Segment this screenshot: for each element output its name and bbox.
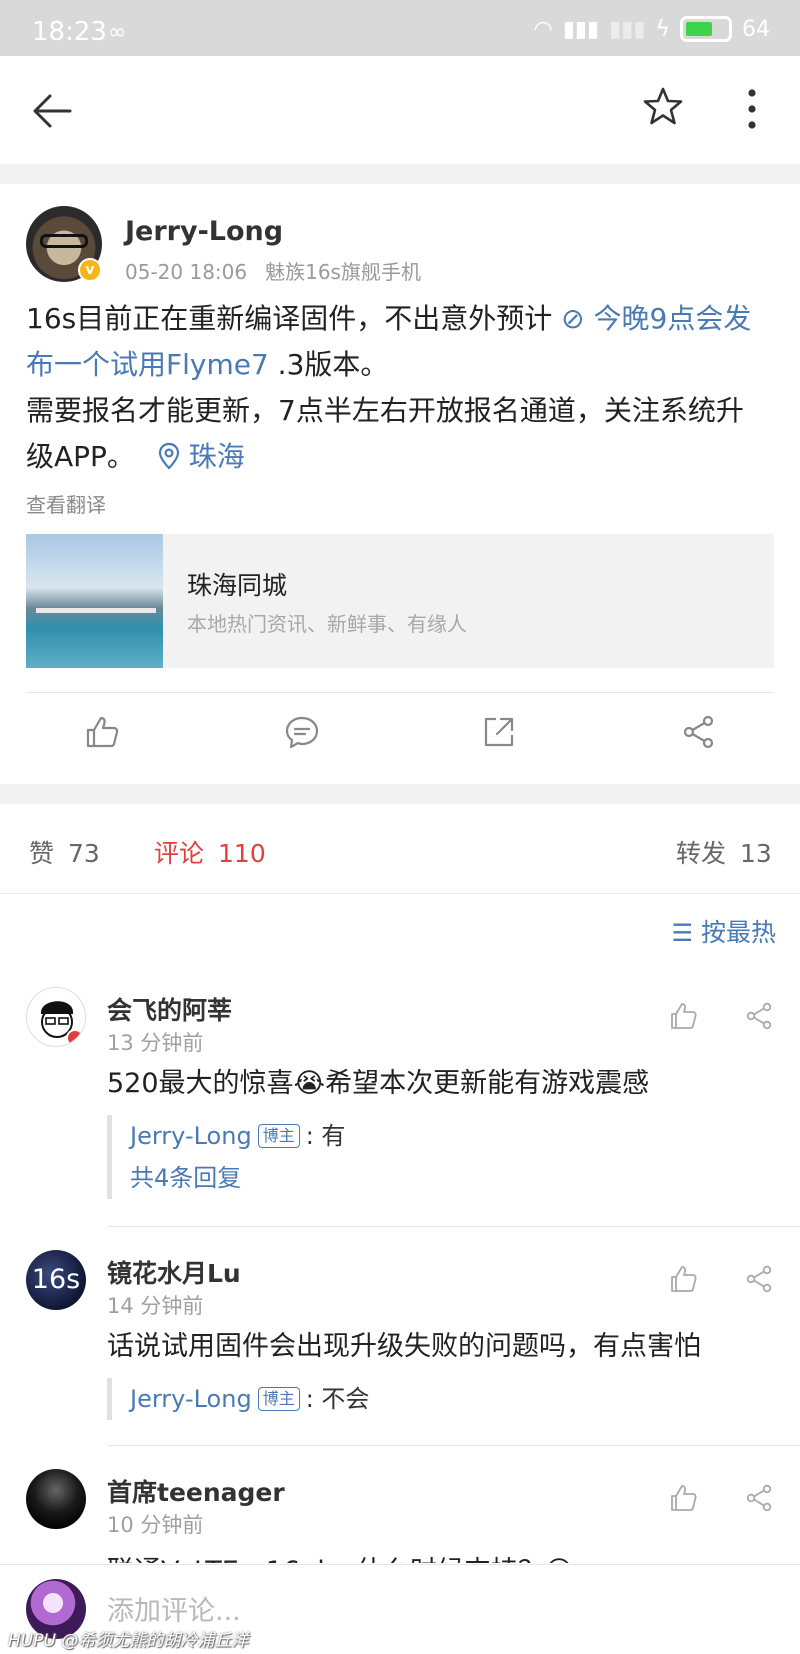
repost-icon[interactable] — [481, 714, 517, 750]
comment-time: 14 分钟前 — [107, 1294, 204, 1318]
reply-text: : 不会 — [305, 1385, 370, 1413]
avatar-text: 16s — [31, 1264, 81, 1295]
tab-reposts[interactable]: 转发 13 — [676, 834, 772, 870]
reposts-count: 13 — [740, 839, 772, 868]
translate-link[interactable]: 查看翻译 — [26, 489, 106, 518]
status-time: 18:23 — [32, 17, 107, 47]
commenter-name[interactable]: 首席teenager — [107, 1473, 285, 1509]
commenter-avatar[interactable] — [26, 987, 86, 1047]
post-actions — [0, 694, 800, 774]
section-gap — [0, 784, 800, 804]
charging-icon: ϟ — [655, 16, 670, 42]
card-subtitle: 本地热门资讯、新鲜事、有缘人 — [187, 612, 467, 636]
tab-comments[interactable]: 评论 110 — [154, 834, 266, 870]
share-icon[interactable] — [744, 1264, 774, 1294]
commenter-name[interactable]: 会飞的阿莘 — [107, 991, 232, 1027]
comment-time: 13 分钟前 — [107, 1031, 204, 1055]
section-gap — [0, 164, 800, 184]
divider — [26, 692, 774, 693]
topic-card[interactable]: 珠海同城 本地热门资讯、新鲜事、有缘人 — [26, 534, 774, 668]
post-text-2: .3版本。 — [268, 348, 389, 381]
thumbs-up-icon[interactable] — [668, 1264, 698, 1294]
comment-input[interactable]: 添加评论... — [107, 1589, 241, 1628]
location-pin-icon — [158, 442, 179, 470]
more-menu-icon[interactable] — [745, 86, 759, 132]
author-badge: 博主 — [257, 1387, 300, 1411]
signal-empty-icon: ▮▮▮ — [609, 16, 646, 42]
share-icon[interactable] — [744, 1001, 774, 1031]
share-icon[interactable] — [744, 1483, 774, 1513]
thumbs-up-icon[interactable] — [668, 1483, 698, 1513]
post-text-3: 需要报名才能更新，7点半左右开放报名通道，关注系统升级APP。 — [26, 394, 744, 473]
battery-icon — [680, 16, 732, 42]
post-device: 魅族16s旗舰手机 — [265, 260, 421, 284]
sort-icon: ☰ — [671, 919, 693, 947]
comment-divider — [107, 1445, 800, 1446]
reply-text: : 有 — [305, 1122, 346, 1150]
signal-icon: ▮▮▮ — [562, 16, 600, 42]
comment-item: 首席teenager 10 分钟前 联通VoLTE，16plus什么时候支持？😲 — [0, 1469, 800, 1563]
comment-text: 话说试用固件会出现升级失败的问题吗，有点害怕 — [107, 1331, 701, 1362]
share-icon[interactable] — [681, 714, 717, 750]
comments-count: 110 — [218, 839, 266, 868]
thumbs-up-icon[interactable] — [84, 714, 120, 750]
sort-label: 按最热 — [700, 918, 776, 947]
top-toolbar — [0, 56, 800, 164]
post-text-1: 16s目前正在重新编译固件，不出意外预计 — [26, 302, 562, 335]
author-name[interactable]: Jerry-Long — [125, 216, 283, 247]
card-thumbnail — [26, 534, 163, 668]
reply-author[interactable]: Jerry-Long — [130, 1122, 252, 1150]
comment-text: 联通VoLTE，16plus什么时候支持？😲 — [107, 1549, 573, 1563]
status-icons: ◠ ▮▮▮ ▮▮▮ ϟ 64 — [534, 16, 770, 42]
comment-text: 520最大的惊喜😭希望本次更新能有游戏震感 — [107, 1068, 650, 1099]
sort-toggle[interactable]: ☰ 按最热 — [671, 913, 776, 949]
tab-likes[interactable]: 赞 73 — [29, 834, 100, 870]
infinity-icon: ∞ — [108, 20, 127, 45]
location-link[interactable]: 珠海 — [158, 440, 245, 473]
commenter-avatar[interactable] — [26, 1469, 86, 1529]
post-date: 05-20 18:06 — [125, 260, 248, 284]
thumbs-up-icon[interactable] — [668, 1001, 698, 1031]
commenter-name[interactable]: 镜花水月Lu — [107, 1254, 241, 1290]
comment-divider — [107, 1226, 800, 1227]
status-bar: 18:23 ∞ ◠ ▮▮▮ ▮▮▮ ϟ 64 — [0, 0, 800, 56]
post-meta: 05-20 18:06 魅族16s旗舰手机 — [125, 256, 421, 285]
reply-box[interactable]: Jerry-Long 博主: 不会 — [107, 1378, 767, 1420]
comment-time: 10 分钟前 — [107, 1513, 204, 1537]
reposts-label: 转发 — [676, 839, 727, 868]
author-badge: 博主 — [257, 1124, 300, 1148]
more-replies-link[interactable]: 共4条回复 — [130, 1157, 767, 1199]
likes-label: 赞 — [29, 839, 55, 868]
reply-box[interactable]: Jerry-Long 博主: 有 共4条回复 — [107, 1115, 767, 1199]
star-icon[interactable] — [643, 86, 683, 126]
back-arrow-icon[interactable] — [30, 88, 76, 134]
comments-label: 评论 — [154, 839, 205, 868]
post-content: 16s目前正在重新编译固件，不出意外预计 ⊘ 今晚9点会发布一个试用Flyme7… — [26, 296, 766, 480]
stats-tabs: 赞 73 评论 110 转发 13 — [0, 804, 800, 894]
post: v Jerry-Long 05-20 18:06 魅族16s旗舰手机 16s目前正… — [0, 184, 800, 784]
watermark-text: HUPU @希须尤熊的胡冷浦丘洋 — [8, 1631, 249, 1651]
card-title: 珠海同城 — [187, 571, 288, 600]
reply-line: Jerry-Long 博主: 有 — [130, 1115, 767, 1157]
location-name: 珠海 — [188, 440, 245, 473]
reply-line: Jerry-Long 博主: 不会 — [130, 1378, 767, 1420]
verified-icon: v — [78, 258, 102, 282]
likes-count: 73 — [68, 839, 100, 868]
link-icon: ⊘ — [561, 302, 594, 335]
reply-author[interactable]: Jerry-Long — [130, 1385, 252, 1413]
comment-icon[interactable] — [284, 714, 320, 750]
commenter-avatar[interactable]: 16s — [26, 1250, 86, 1310]
wifi-icon: ◠ — [533, 16, 553, 42]
battery-percent: 64 — [742, 16, 770, 42]
